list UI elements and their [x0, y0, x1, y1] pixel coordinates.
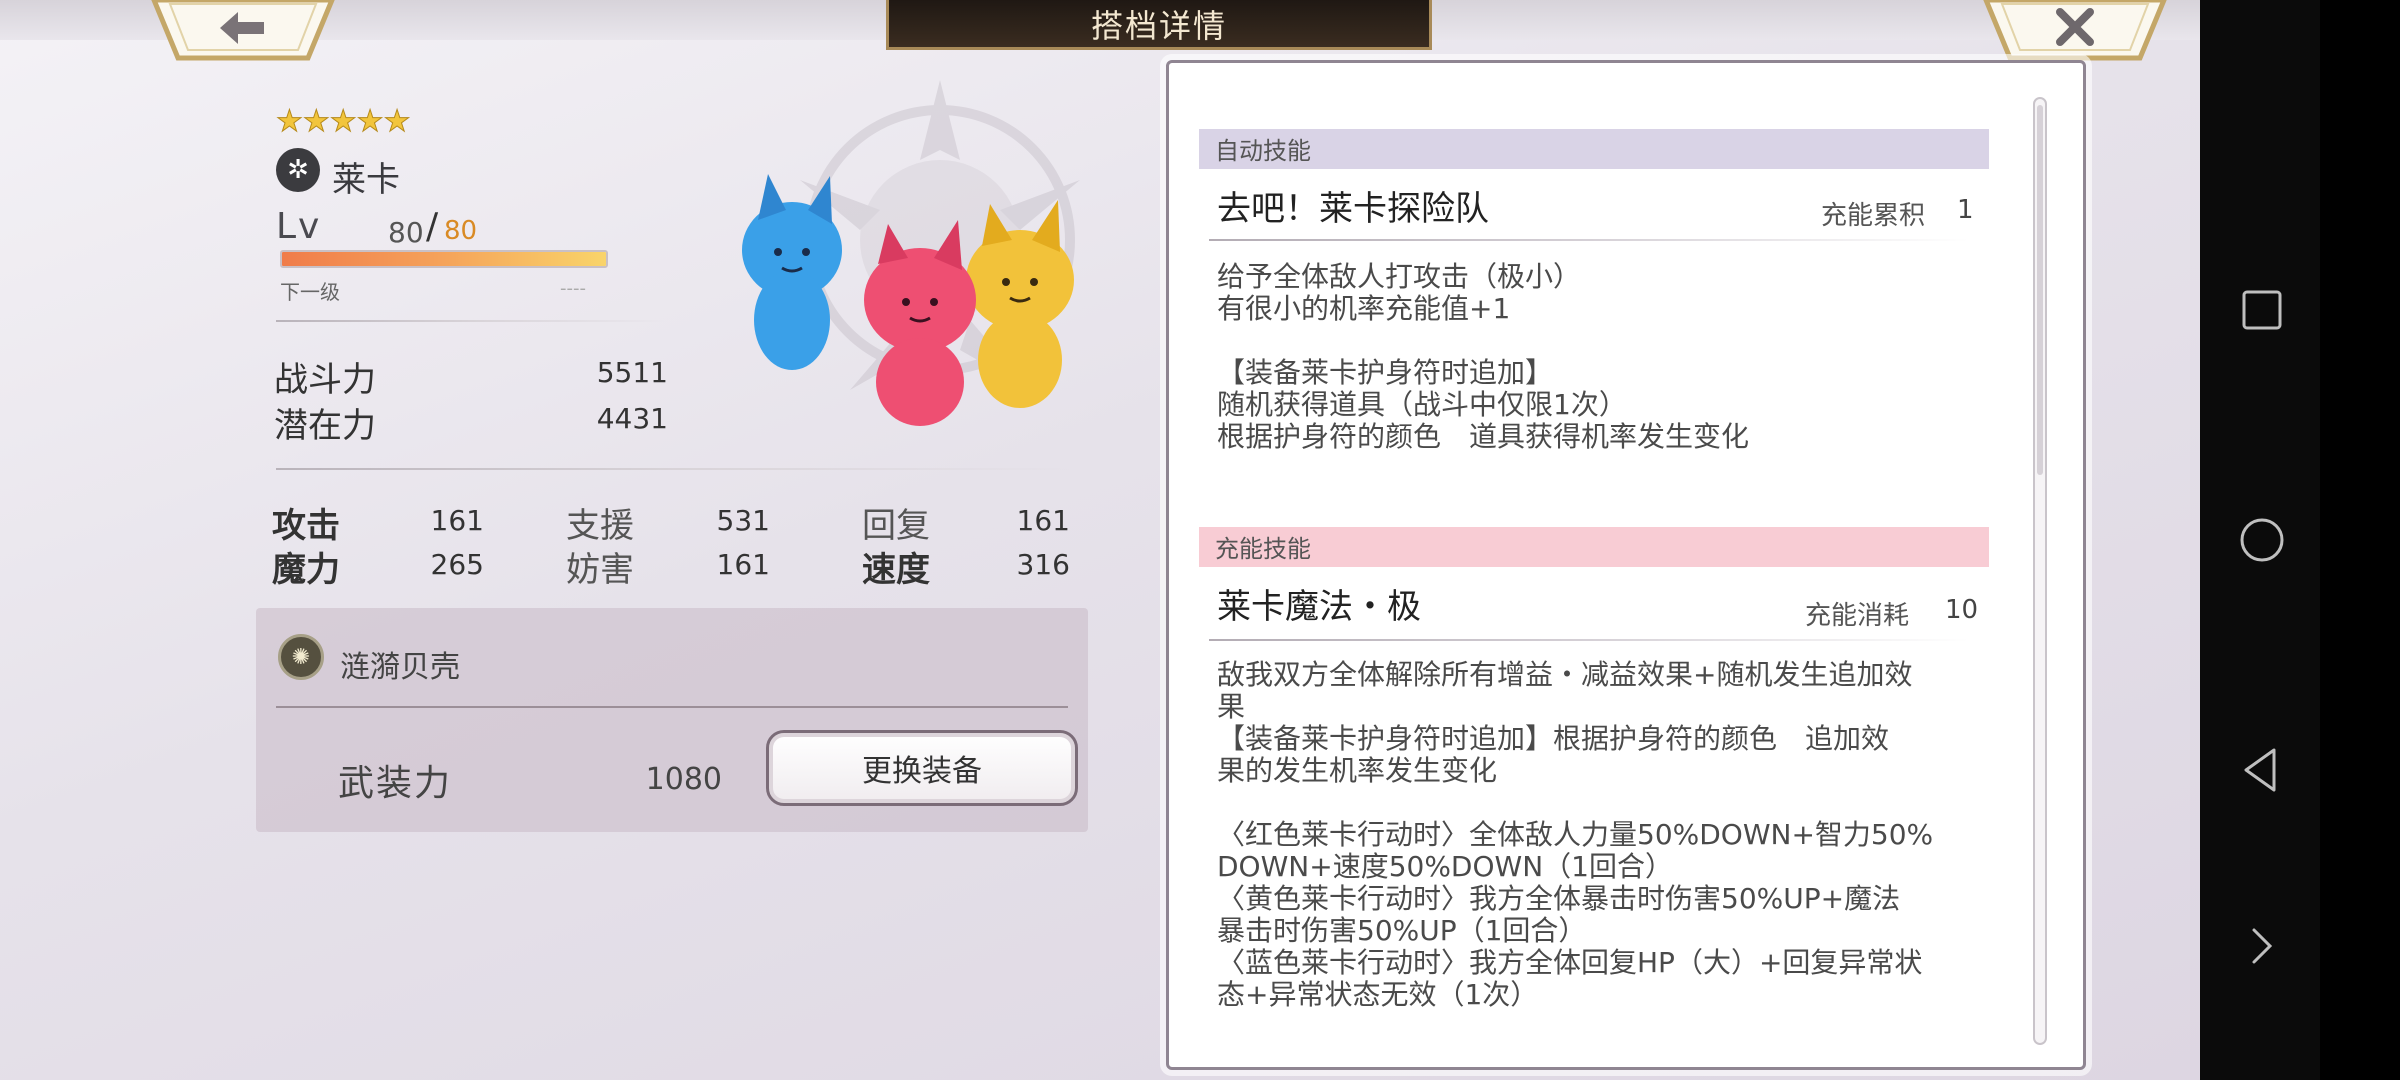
- home-icon[interactable]: [2232, 510, 2292, 570]
- auto-skill-description: 给予全体敌人打攻击（极小） 有很小的机率充能值+1 【装备莱卡护身符时追加】 随…: [1217, 261, 1977, 453]
- back-button[interactable]: [148, 0, 338, 64]
- description-line: [1217, 325, 1977, 357]
- exp-bar-fill: [282, 252, 606, 266]
- charge-skill-name: 莱卡魔法・极: [1217, 587, 1421, 627]
- hinder-label: 妨害: [566, 550, 634, 590]
- back-icon[interactable]: [2232, 740, 2292, 800]
- potential-label: 潜在力: [274, 406, 376, 446]
- exp-bar: [280, 250, 608, 268]
- chevron-right-icon[interactable]: [2232, 916, 2292, 976]
- divider: [276, 320, 666, 322]
- recovery-value: 161: [1016, 504, 1070, 537]
- auto-skill-meta-value: 1: [1957, 195, 1974, 225]
- level-label: Lv: [276, 206, 322, 247]
- description-line: 给予全体敌人打攻击（极小）: [1217, 260, 1582, 293]
- description-line: 根据护身符的颜色 道具获得机率发生变化: [1217, 420, 1750, 453]
- charge-skill-section-header: 充能技能: [1199, 527, 1989, 567]
- recent-apps-icon[interactable]: [2232, 280, 2292, 340]
- partner-type-icon: ✲: [276, 148, 320, 192]
- next-level-value: ----: [560, 278, 586, 299]
- charge-skill-meta-label: 充能消耗: [1805, 601, 1910, 631]
- speed-value: 316: [1016, 548, 1070, 581]
- equipment-divider: [276, 706, 1068, 708]
- partner-character-art: [720, 160, 1100, 430]
- magic-label: 魔力: [272, 550, 340, 590]
- combat-power-label: 战斗力: [274, 360, 376, 400]
- description-line: 果的发生机率发生变化: [1217, 754, 1498, 787]
- recovery-label: 回复: [862, 506, 930, 546]
- arrow-left-icon: [218, 8, 268, 48]
- description-line: DOWN+速度50%DOWN（1回合）: [1217, 850, 1673, 883]
- charge-skill-meta-value: 10: [1945, 595, 1979, 625]
- attack-value: 161: [430, 504, 484, 537]
- game-screen: 搭档详情 ★★★★★ ✲ 莱卡 Lv 80 / 80 下一级 ---- 战斗力 …: [0, 0, 2200, 1080]
- level-current: 80: [388, 216, 424, 249]
- skills-panel[interactable]: 自动技能 去吧！莱卡探险队 充能累积 1 给予全体敌人打攻击（极小） 有很小的机…: [1166, 60, 2086, 1070]
- combat-power-value: 5511: [596, 356, 668, 389]
- equipment-panel: ✺ 涟漪贝壳 武装力 1080 更换装备: [256, 608, 1088, 832]
- charge-skill-description: 敌我双方全体解除所有增益・减益效果+随机发生追加效 果 【装备莱卡护身符时追加】…: [1217, 659, 1977, 1011]
- attack-label: 攻击: [272, 506, 340, 546]
- scrollbar-thumb[interactable]: [2037, 105, 2043, 475]
- auto-skill-divider: [1209, 239, 1969, 241]
- speed-label: 速度: [862, 550, 930, 590]
- auto-skill-section-header: 自动技能: [1199, 129, 1989, 169]
- potential-value: 4431: [596, 402, 668, 435]
- description-line: 【装备莱卡护身符时追加】: [1217, 356, 1554, 389]
- next-level-label: 下一级: [280, 280, 340, 304]
- description-line: 随机获得道具（战斗中仅限1次）: [1217, 388, 1627, 421]
- equipment-name: 涟漪贝壳: [340, 650, 460, 685]
- hinder-value: 161: [716, 548, 770, 581]
- level-max: 80: [444, 216, 478, 246]
- support-label: 支援: [566, 506, 634, 546]
- armed-power-label: 武装力: [338, 763, 453, 804]
- charge-skill-divider: [1209, 639, 1969, 641]
- description-line: 果: [1217, 690, 1246, 723]
- description-line: 敌我双方全体解除所有增益・减益效果+随机发生追加效: [1217, 658, 1913, 691]
- change-equipment-button[interactable]: 更换装备: [766, 730, 1078, 806]
- description-line: 〈黄色莱卡行动时〉我方全体暴击时伤害50%UP+魔法: [1217, 882, 1901, 915]
- title-banner: 搭档详情: [886, 0, 1432, 50]
- partner-name: 莱卡: [332, 160, 400, 200]
- magic-value: 265: [430, 548, 484, 581]
- description-line: 有很小的机率充能值+1: [1217, 292, 1511, 325]
- armed-power-value: 1080: [645, 762, 722, 797]
- rarity-stars: ★★★★★: [275, 104, 411, 140]
- support-value: 531: [716, 504, 770, 537]
- page-title: 搭档详情: [1090, 6, 1227, 45]
- system-nav-bar: [2200, 0, 2400, 1080]
- auto-skill-meta-label: 充能累积: [1821, 201, 1926, 231]
- auto-skill-name: 去吧！莱卡探险队: [1217, 189, 1489, 229]
- description-line: [1217, 787, 1977, 819]
- divider: [276, 468, 1076, 470]
- skills-scrollbar[interactable]: [2033, 97, 2047, 1045]
- description-line: 【装备莱卡护身符时追加】根据护身符的颜色 追加效: [1217, 722, 1890, 755]
- description-line: 〈红色莱卡行动时〉全体敌人力量50%DOWN+智力50%: [1217, 818, 1934, 851]
- close-button[interactable]: [1980, 0, 2170, 64]
- description-line: 态+异常状态无效（1次）: [1217, 978, 1539, 1011]
- description-line: 〈蓝色莱卡行动时〉我方全体回复HP（大）+回复异常状: [1217, 946, 1923, 979]
- shell-equipment-icon: ✺: [278, 634, 324, 680]
- close-x-icon: [2054, 6, 2096, 48]
- description-line: 暴击时伤害50%UP（1回合）: [1217, 914, 1587, 947]
- level-slash: /: [426, 206, 439, 247]
